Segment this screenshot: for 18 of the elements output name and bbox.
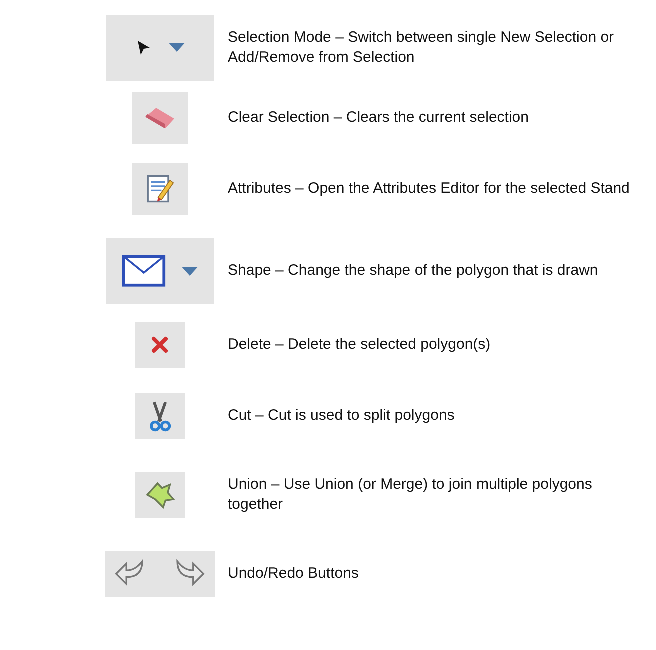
tool-description: Shape – Change the shape of the polygon that is drawn <box>228 261 600 281</box>
tool-description: Cut – Cut is used to split polygons <box>228 406 456 426</box>
shape-button[interactable] <box>106 238 214 304</box>
delete-button[interactable] <box>135 322 185 368</box>
caret-icon <box>181 266 199 276</box>
tool-description: Union – Use Union (or Merge) to join multiple polygons together <box>228 474 594 514</box>
rectangle-icon <box>121 253 167 289</box>
delete-icon <box>150 335 170 355</box>
union-button[interactable] <box>135 472 185 518</box>
tool-description: Attributes – Open the Attributes Editor for the selected Stand <box>228 178 631 198</box>
tool-description: Undo/Redo Buttons <box>228 564 360 584</box>
caret-icon <box>168 42 186 53</box>
tool-description: Delete – Delete the selected polygon(s) <box>228 335 492 355</box>
cut-button[interactable] <box>135 392 185 438</box>
tool-description: Selection Mode – Switch between single New Selection or Add/Remove from Selection <box>228 28 616 68</box>
clear-selection-button[interactable] <box>132 92 188 144</box>
tool-description: Clear Selection – Clears the current selection <box>228 108 530 128</box>
attributes-button[interactable] <box>132 162 188 214</box>
